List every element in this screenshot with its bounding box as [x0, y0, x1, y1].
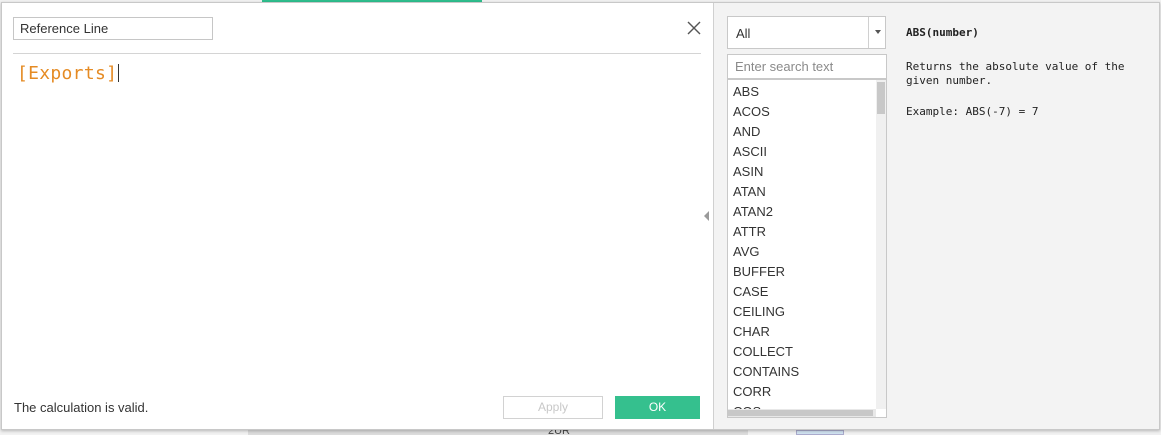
vertical-scrollbar-track[interactable]: [876, 80, 886, 409]
function-list-item[interactable]: CEILING: [733, 302, 873, 322]
function-list-items: ABS ACOS AND ASCII ASIN ATAN ATAN2 ATTR AVG BUFFE…: [733, 82, 873, 417]
function-search-input[interactable]: [727, 54, 887, 79]
function-category-dropdown[interactable]: All: [727, 16, 886, 49]
collapse-arrow-icon[interactable]: [704, 211, 709, 221]
validation-status: The calculation is valid.: [14, 400, 149, 415]
calculation-name-input[interactable]: [13, 17, 213, 40]
apply-button[interactable]: Apply: [503, 396, 603, 419]
text-caret: [118, 64, 120, 82]
function-reference-pane: All ABSACOSANDASCIIASINATANATAN2ATTRAVGB…: [714, 3, 1159, 429]
header-divider: [13, 53, 701, 54]
function-signature: ABS(number): [906, 26, 979, 39]
function-list-item[interactable]: CORR: [733, 382, 873, 402]
function-description: Returns the absolute value of the given …: [906, 60, 1132, 87]
formula-editor[interactable]: [Exports]: [17, 63, 120, 84]
function-list-item[interactable]: ABS: [733, 82, 873, 102]
function-list-item[interactable]: ATTR: [733, 222, 873, 242]
ok-button[interactable]: OK: [615, 396, 700, 419]
function-list-item[interactable]: ACOS: [733, 102, 873, 122]
function-list-item[interactable]: CHAR: [733, 322, 873, 342]
vertical-scrollbar-thumb[interactable]: [877, 82, 885, 114]
function-list-item[interactable]: ATAN: [733, 182, 873, 202]
chevron-down-icon: [875, 30, 881, 34]
function-list-item[interactable]: COLLECT: [733, 342, 873, 362]
function-list-item[interactable]: ATAN2: [733, 202, 873, 222]
function-example: Example: ABS(-7) = 7: [906, 105, 1039, 118]
function-list-item[interactable]: CONTAINS: [733, 362, 873, 382]
close-icon: [687, 21, 701, 35]
function-category-value: All: [736, 26, 751, 41]
background-selection-box: [796, 430, 844, 435]
function-list-item[interactable]: CASE: [733, 282, 873, 302]
function-list-item[interactable]: AND: [733, 122, 873, 142]
function-list-item[interactable]: BUFFER: [733, 262, 873, 282]
close-button[interactable]: [683, 17, 705, 39]
calculation-editor-pane: [Exports] The calculation is valid. Appl…: [2, 3, 713, 429]
background-bottom-strip: [248, 430, 748, 435]
function-list-item[interactable]: ASIN: [733, 162, 873, 182]
horizontal-scrollbar-thumb[interactable]: [728, 410, 873, 416]
formula-field-reference: [Exports]: [17, 63, 118, 84]
function-list: ABS ACOS AND ASCII ASIN ATAN ATAN2 ATTR AVG BUFFE…: [727, 79, 887, 418]
dropdown-separator: [868, 17, 869, 48]
calculation-editor-dialog: [Exports] The calculation is valid. Appl…: [1, 2, 1160, 430]
function-list-item[interactable]: ASCII: [733, 142, 873, 162]
function-list-item[interactable]: AVG: [733, 242, 873, 262]
